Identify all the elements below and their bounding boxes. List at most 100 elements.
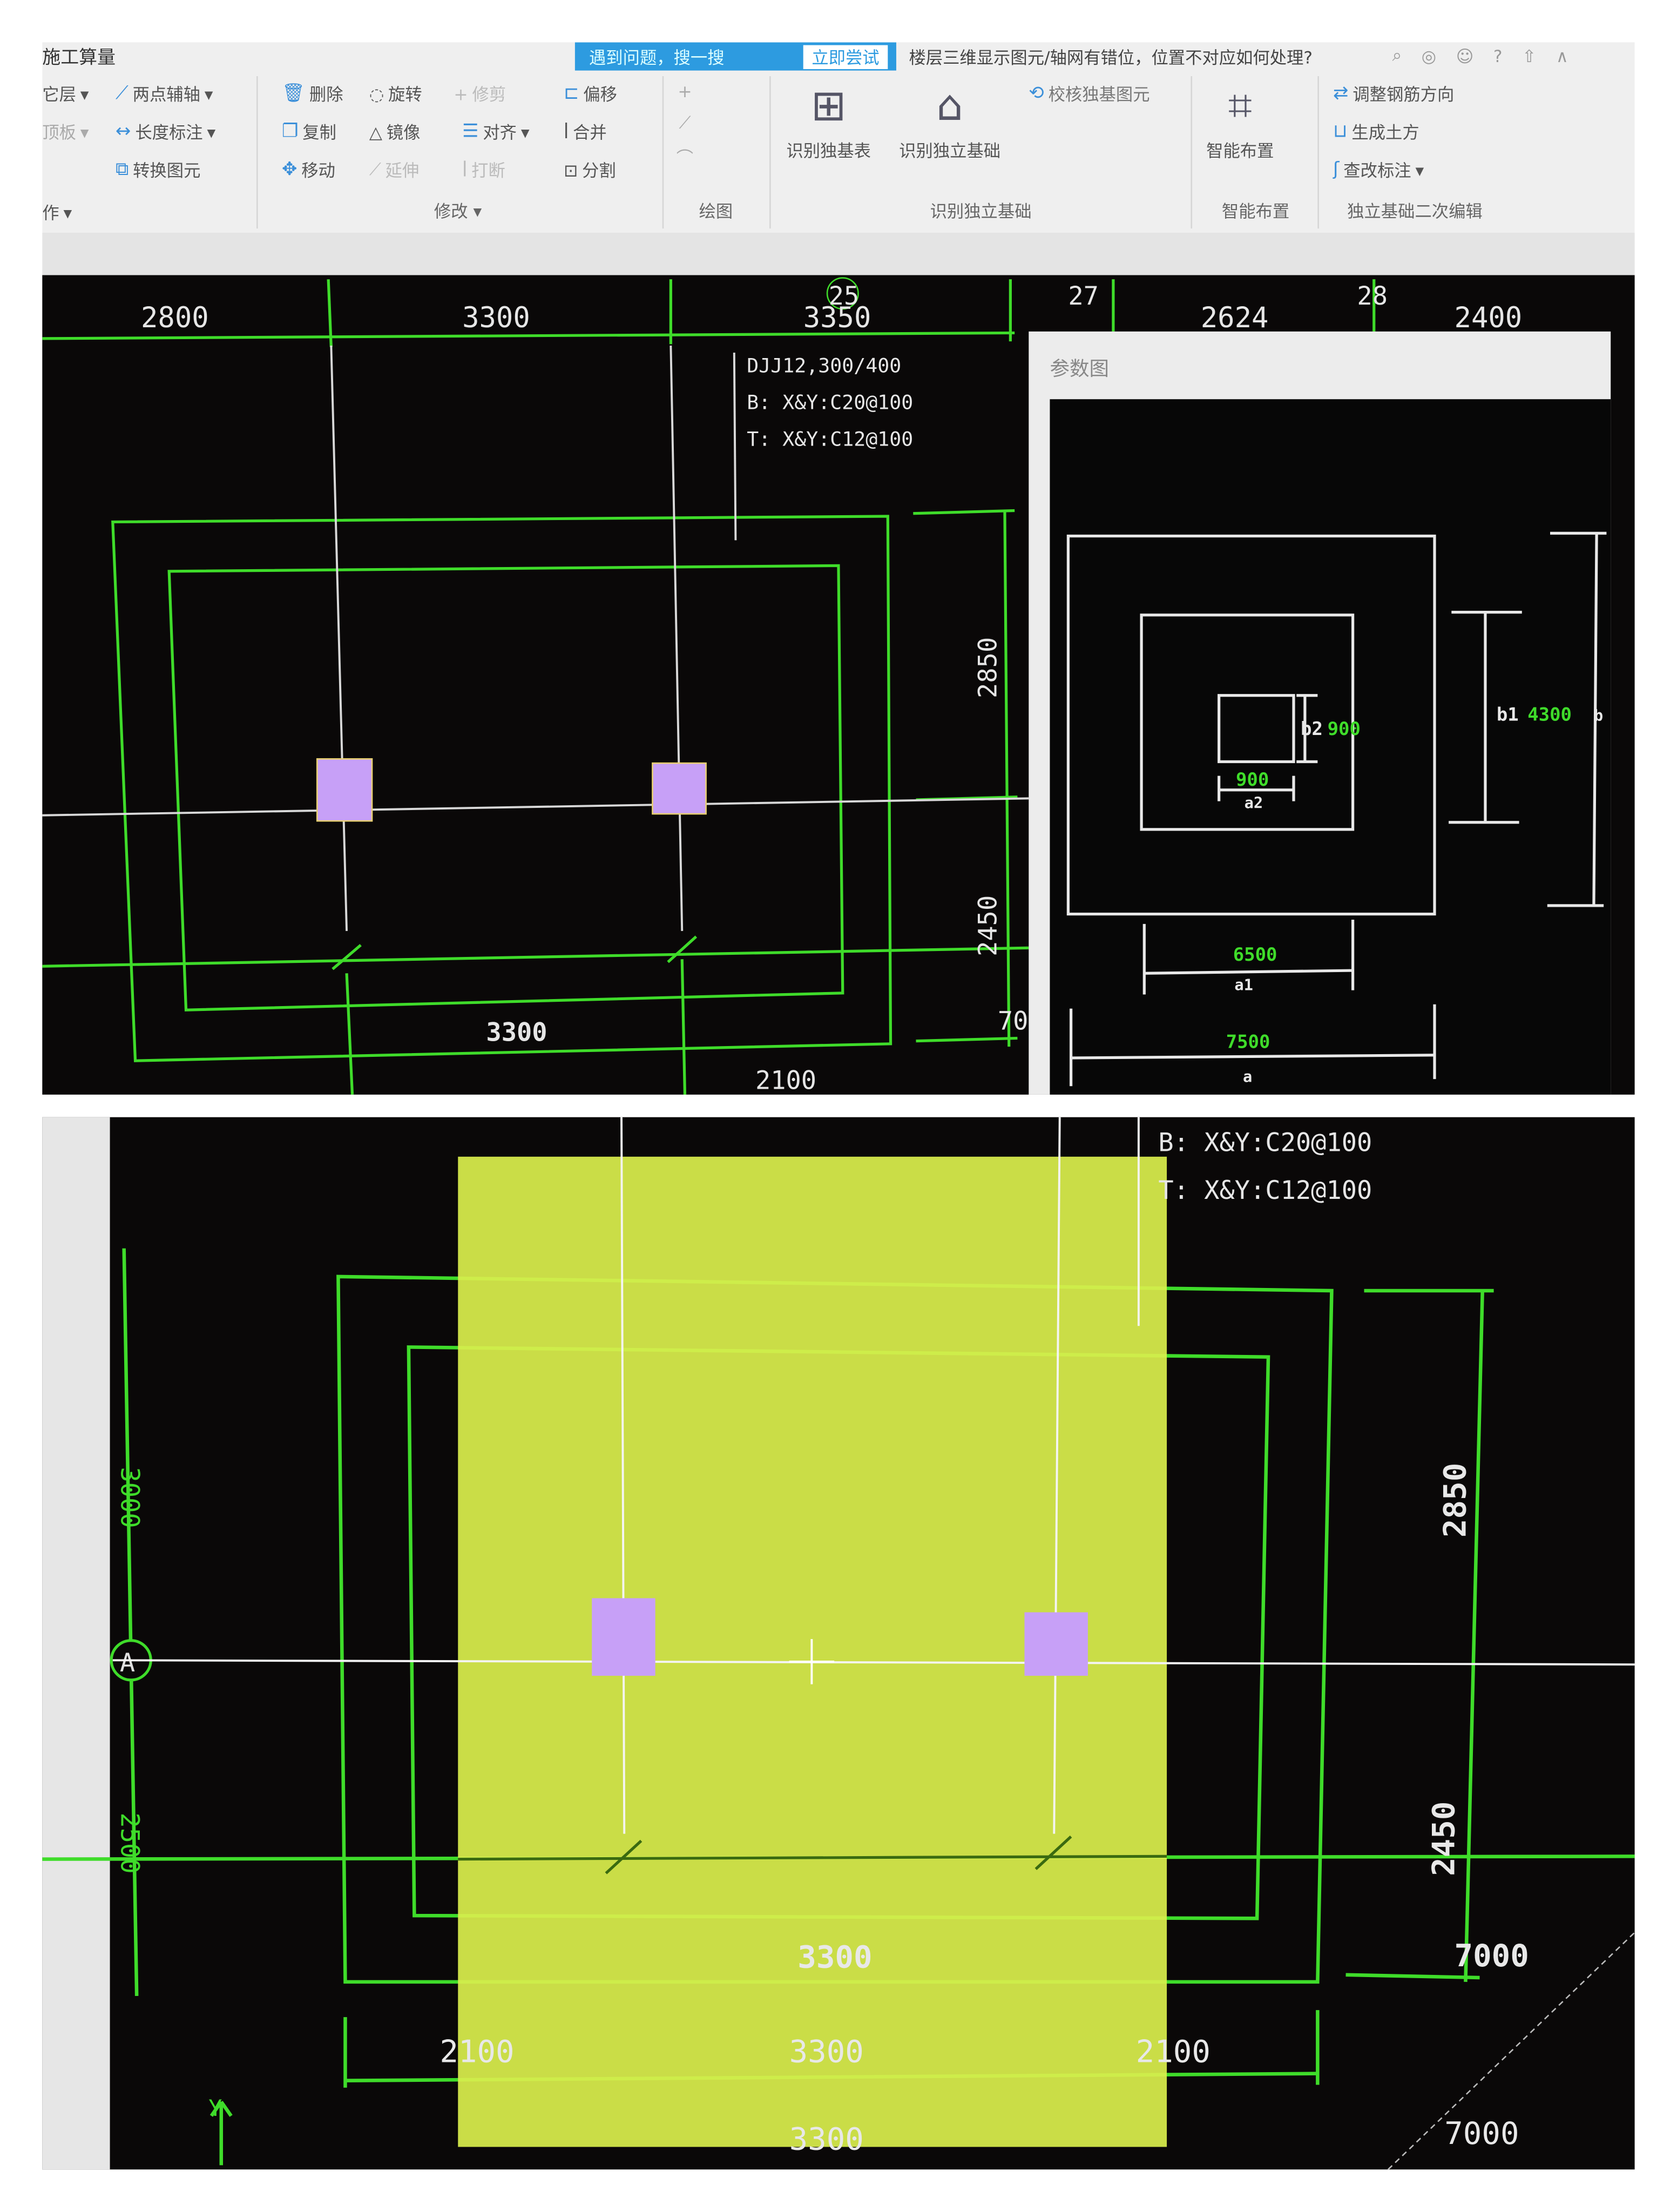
divider (662, 76, 664, 229)
trim-icon: + (454, 84, 468, 104)
group-label-modify[interactable]: 修改 ▾ (434, 200, 482, 223)
group-label: 作 (42, 203, 59, 223)
split-button[interactable]: ⊡ 分割 (564, 158, 616, 182)
button-label: 延伸 (385, 160, 420, 181)
chat-icon[interactable]: ☺ (1456, 46, 1474, 66)
merge-icon: ꟾ (564, 122, 569, 142)
dim-label: 7000 (1444, 2115, 1519, 2152)
mirror-button[interactable]: △ 镜像 (369, 120, 421, 144)
collapse-icon[interactable]: ∧ (1556, 46, 1568, 66)
length-dimension-button[interactable]: ↔ 长度标注 ▾ (116, 120, 215, 144)
point-icon[interactable]: + (678, 82, 692, 102)
arc-icon[interactable]: ⌒ (677, 145, 693, 169)
group-label-secondary-edit: 独立基础二次编辑 (1347, 201, 1483, 222)
align-button[interactable]: ☰ 对齐 ▾ (462, 120, 530, 144)
button-label: 校核独基图元 (1048, 84, 1150, 105)
copy-button[interactable]: ❐ 复制 (282, 120, 336, 144)
dim-label: 2100 (439, 2034, 514, 2070)
dim-label: 2500 (114, 1812, 144, 1873)
dim-label: 3300 (789, 2034, 864, 2070)
annotation-icon: ʃ (1333, 159, 1340, 181)
move-button[interactable]: ✥ 移动 (282, 158, 335, 182)
draw-tools[interactable]: + ⟋ ⌒ (677, 82, 693, 169)
offset-button[interactable]: ⊏ 偏移 (564, 82, 617, 105)
dim-label: 2450 (1426, 1802, 1462, 1876)
line-icon[interactable]: ⟋ (679, 113, 691, 134)
foundation-annotation[interactable]: DJJ12,300/400 B: X&Y:C20@100 T: X&Y:C12@… (747, 354, 913, 451)
rotate-button[interactable]: ◌ 旋转 (369, 82, 422, 105)
divider (1191, 76, 1193, 229)
identify-foundation-table-button[interactable]: ⊞ 识别独基表 (786, 76, 871, 162)
identify-foundation-button[interactable]: ⌂ 识别独立基础 (899, 76, 1000, 162)
axis-icon: ⟋ (116, 83, 129, 105)
dim-label: 2850 (1437, 1463, 1473, 1537)
param-label: a (1243, 1067, 1252, 1085)
trash-icon: 🗑 (282, 83, 306, 105)
edit-annotation-button[interactable]: ʃ 查改标注 ▾ (1333, 158, 1424, 182)
trim-button[interactable]: + 修剪 (454, 82, 506, 105)
dim-label: 2850 (973, 637, 1003, 698)
group-label: 修改 (434, 201, 468, 222)
param-label: b1 (1497, 704, 1519, 726)
button-label: 镜像 (386, 123, 421, 143)
adjust-rebar-direction-button[interactable]: ⇄ 调整钢筋方向 (1333, 82, 1454, 105)
search-icon[interactable]: ⌕ (1392, 45, 1402, 66)
dropdown-label: 它层 (42, 84, 76, 105)
layer-dropdown[interactable]: 它层 ▾ (42, 82, 89, 105)
button-label: 移动 (301, 160, 335, 181)
column-2[interactable] (1024, 1612, 1088, 1676)
convert-icon: ⧉ (116, 159, 129, 181)
annotation-line[interactable]: DJJ12,300/400 (747, 354, 901, 377)
button-label: 生成土方 (1351, 123, 1419, 143)
button-label: 查改标注 (1343, 160, 1411, 181)
window-title: 参数图 (1050, 357, 1109, 380)
param-value: 7500 (1226, 1031, 1270, 1053)
convert-element-button[interactable]: ⧉ 转换图元 (116, 158, 200, 182)
annotation-line[interactable]: B: X&Y:C20@100 (1158, 1128, 1372, 1157)
cad-canvas[interactable]: 2800 3300 3350 2624 2400 25 27 28 DJJ12,… (0, 0, 1677, 2212)
smart-layout-button[interactable]: ⌗ 智能布置 (1206, 76, 1274, 162)
operation-group[interactable]: 作 ▾ (42, 200, 72, 224)
button-label: 两点辅轴 (132, 84, 200, 105)
button-label: 旋转 (388, 84, 422, 105)
check-icon: ⟲ (1029, 83, 1044, 105)
param-value: 6500 (1233, 944, 1277, 966)
slab-dropdown[interactable]: 顶板 ▾ (42, 120, 89, 144)
help-question-link[interactable]: 楼层三维显示图元/轴网有错位，位置不对应如何处理? (909, 45, 1313, 69)
annotation-line[interactable]: T: X&Y:C12@100 (1158, 1176, 1372, 1205)
button-label: 打断 (471, 160, 505, 181)
dropdown-label: 顶板 (42, 123, 76, 143)
param-value: 900 (1328, 718, 1361, 740)
two-point-axis-button[interactable]: ⟋ 两点辅轴 ▾ (116, 82, 213, 105)
delete-button[interactable]: 🗑 删除 (282, 82, 343, 105)
dim-label: 2100 (1136, 2034, 1211, 2070)
button-label: 长度标注 (135, 123, 203, 143)
button-label: 转换图元 (133, 160, 201, 181)
app-title: 施工算量 (42, 48, 116, 69)
y-axis-label: Y (208, 2095, 222, 2121)
column-2[interactable] (652, 762, 707, 815)
button-label: 调整钢筋方向 (1353, 84, 1455, 105)
split-icon: ⊡ (564, 160, 578, 180)
extend-button[interactable]: ⟋ 延伸 (369, 158, 419, 182)
annotation-line[interactable]: B: X&Y:C20@100 (747, 390, 913, 414)
direction-icon: ⇄ (1333, 83, 1349, 105)
merge-button[interactable]: ꟾ 合并 (564, 120, 607, 144)
help-icon[interactable]: ? (1493, 46, 1503, 66)
try-now-button[interactable]: 立即尝试 (803, 44, 888, 69)
annotation-line[interactable]: T: X&Y:C12@100 (747, 427, 913, 450)
rotate-icon: ◌ (369, 84, 384, 104)
user-icon[interactable]: ◎ (1422, 46, 1436, 66)
dim-label: 7000 (1455, 1938, 1529, 1974)
dimension-icon: ↔ (116, 121, 131, 143)
group-label-draw: 绘图 (699, 201, 733, 222)
upload-icon[interactable]: ⇧ (1522, 46, 1536, 66)
column-1[interactable] (592, 1598, 655, 1676)
column-1[interactable] (316, 758, 373, 822)
check-foundation-button[interactable]: ⟲ 校核独基图元 (1029, 82, 1149, 105)
search-banner[interactable]: 遇到问题，搜一搜 立即尝试 (574, 42, 896, 71)
copy-icon: ❐ (282, 121, 299, 143)
parameter-window[interactable]: 参数图 b2 900 900 a2 b1 4300 b 6500 a1 7500… (1029, 331, 1611, 1095)
break-button[interactable]: ꟾ 打断 (462, 158, 505, 182)
generate-earthwork-button[interactable]: ⊔ 生成土方 (1333, 120, 1419, 144)
